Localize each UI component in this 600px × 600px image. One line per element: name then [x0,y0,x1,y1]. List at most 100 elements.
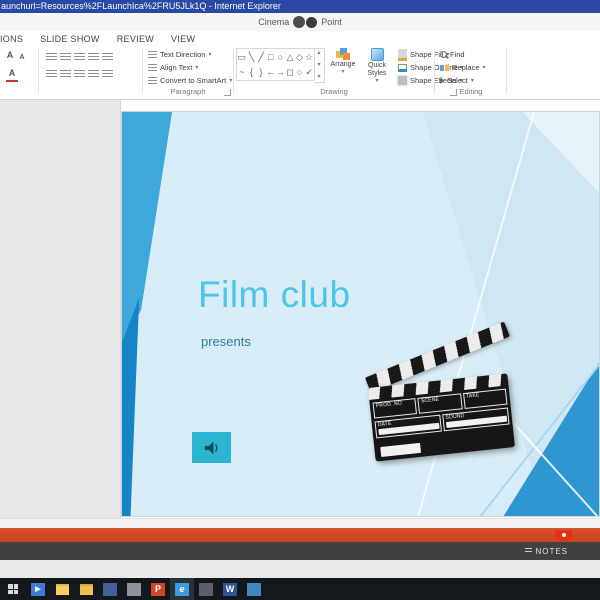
shape-gallery-item[interactable]: → [276,67,285,77]
start-button[interactable] [0,578,26,600]
tab-view[interactable]: VIEW [171,34,195,44]
convert-to-smartart-button[interactable]: Convert to SmartArt ▾ [148,75,232,86]
shape-gallery-item[interactable]: ◻ [286,67,293,77]
taskbar-app-2[interactable] [122,578,146,600]
find-button[interactable]: Find [440,49,465,60]
app-name: Point [321,17,342,27]
quick-styles-label: Quick Styles [367,62,387,77]
taskbar-media-player[interactable]: ▶ [26,578,50,600]
shape-gallery-item[interactable]: ~ [239,67,244,77]
taskbar-internet-explorer[interactable]: e [170,578,194,600]
shrink-font-icon[interactable]: A [16,52,28,64]
slide-thumbnails-pane[interactable] [0,100,121,518]
play-icon: ▶ [31,582,45,596]
taskbar: ▶ P e W [0,578,600,600]
shape-gallery-item[interactable]: ╲ [249,52,254,62]
taskbar-powerpoint[interactable]: P [146,578,170,600]
shape-gallery-item[interactable]: ← [266,67,275,77]
tab-transitions-partial[interactable]: IONS [0,34,23,44]
account-avatar[interactable] [293,16,306,28]
replace-button[interactable]: Replace ▾ [440,62,486,73]
group-separator [233,49,234,93]
chevron-down-icon: ▾ [470,77,474,84]
taskbar-file-explorer[interactable] [50,578,74,600]
shape-gallery-item[interactable]: } [260,67,263,77]
shape-gallery-item[interactable]: ◇ [296,52,303,62]
slide-subtitle[interactable]: presents [201,334,251,349]
bullets-icon[interactable] [46,53,57,62]
shape-gallery-item[interactable]: △ [286,52,293,62]
text-direction-button[interactable]: Text Direction ▾ [148,49,211,60]
ie-titlebar-text: aunchurl=Resources%2FLaunchIca%2FRU5JLk1… [1,1,281,11]
word-icon: W [223,582,237,596]
powerpoint-titlebar: Cinema Point [0,13,600,31]
shape-fill-icon [398,48,407,61]
shape-gallery-item[interactable]: ○ [278,52,283,62]
shapes-gallery-scrollbar[interactable]: ▴ ▾ ▾ [314,48,325,83]
arrange-button[interactable]: Arrange ▾ [327,48,359,88]
shape-effects-icon [398,76,407,85]
shapes-gallery: ▭ ╲ ╱ □ ○ △ ◇ ☆ ~ { } ← → ◻ ○ ✓ [236,48,315,81]
tab-review[interactable]: REVIEW [117,34,154,44]
columns-icon[interactable] [102,70,113,79]
clapper-label-prod: PROD. NO [375,400,403,410]
editing-group-label: Editing [459,87,483,96]
select-button[interactable]: Select ▾ [440,75,474,86]
app-icon [103,582,117,596]
paragraph-dialog-launcher[interactable] [224,89,231,96]
text-direction-label: Text Direction [160,50,206,59]
speaker-icon [204,440,217,455]
grow-font-icon[interactable]: A [4,50,16,62]
align-left-icon[interactable] [46,70,57,79]
avatar-icon [306,16,318,28]
scroll-up-icon[interactable]: ▴ [317,49,320,58]
tab-slide-show[interactable]: SLIDE SHOW [40,34,100,44]
taskbar-word[interactable]: W [218,578,242,600]
scroll-down-icon[interactable]: ▾ [317,61,320,70]
decrease-indent-icon[interactable] [74,53,85,62]
statusbar: NOTES [0,542,600,560]
taskbar-app-4[interactable] [242,578,266,600]
align-text-button[interactable]: Align Text ▾ [148,62,198,73]
line-spacing-icon[interactable] [102,53,113,62]
document-title: Cinema [258,17,290,27]
group-separator [38,49,39,93]
convert-to-smartart-label: Convert to SmartArt [160,76,227,85]
numbering-icon[interactable] [60,53,71,62]
clapperboard-image[interactable]: PROD. NO SCENE TAKE DATE SOUND [360,321,535,486]
shape-gallery-item[interactable]: □ [268,52,273,62]
paragraph-group-label: Paragraph [170,87,206,96]
smartart-icon [148,76,157,85]
increase-indent-icon[interactable] [88,53,99,62]
taskbar-app-3[interactable] [194,578,218,600]
font-color-icon[interactable]: A [6,68,18,82]
notes-button[interactable]: NOTES [525,547,568,556]
audio-playback-button[interactable] [192,432,231,463]
align-center-icon[interactable] [60,70,71,79]
quick-styles-button[interactable]: Quick Styles ▾ [361,48,393,88]
drawing-group-label: Drawing [320,87,348,96]
shape-gallery-item[interactable]: ✓ [305,67,313,77]
align-text-icon [148,63,157,72]
shape-gallery-item[interactable]: ▭ [238,52,247,62]
taskbar-app-1[interactable] [98,578,122,600]
shape-gallery-item[interactable]: ☆ [305,52,313,62]
shape-gallery-item[interactable]: ○ [297,67,302,77]
align-text-label: Align Text [160,63,193,72]
notification-badge[interactable] [555,530,572,540]
replace-label: Replace [452,63,480,72]
align-right-icon[interactable] [74,70,85,79]
justify-icon[interactable] [88,70,99,79]
slide[interactable]: Film club presents PROD. NO SCENE TAKE D… [121,111,600,517]
gallery-more-icon[interactable]: ▾ [317,73,320,82]
ribbon: A A A Text Direction ▾ Align Text ▾ Conv… [0,46,600,100]
shape-gallery-item[interactable]: ╱ [258,52,263,62]
slide-title[interactable]: Film club [198,274,351,316]
powerpoint-icon: P [151,582,165,596]
chevron-down-icon: ▾ [229,77,233,84]
group-separator [434,49,435,93]
shape-gallery-item[interactable]: { [250,67,253,77]
desktop-strip [0,560,600,578]
group-separator [142,49,143,93]
taskbar-documents-folder[interactable] [74,578,98,600]
